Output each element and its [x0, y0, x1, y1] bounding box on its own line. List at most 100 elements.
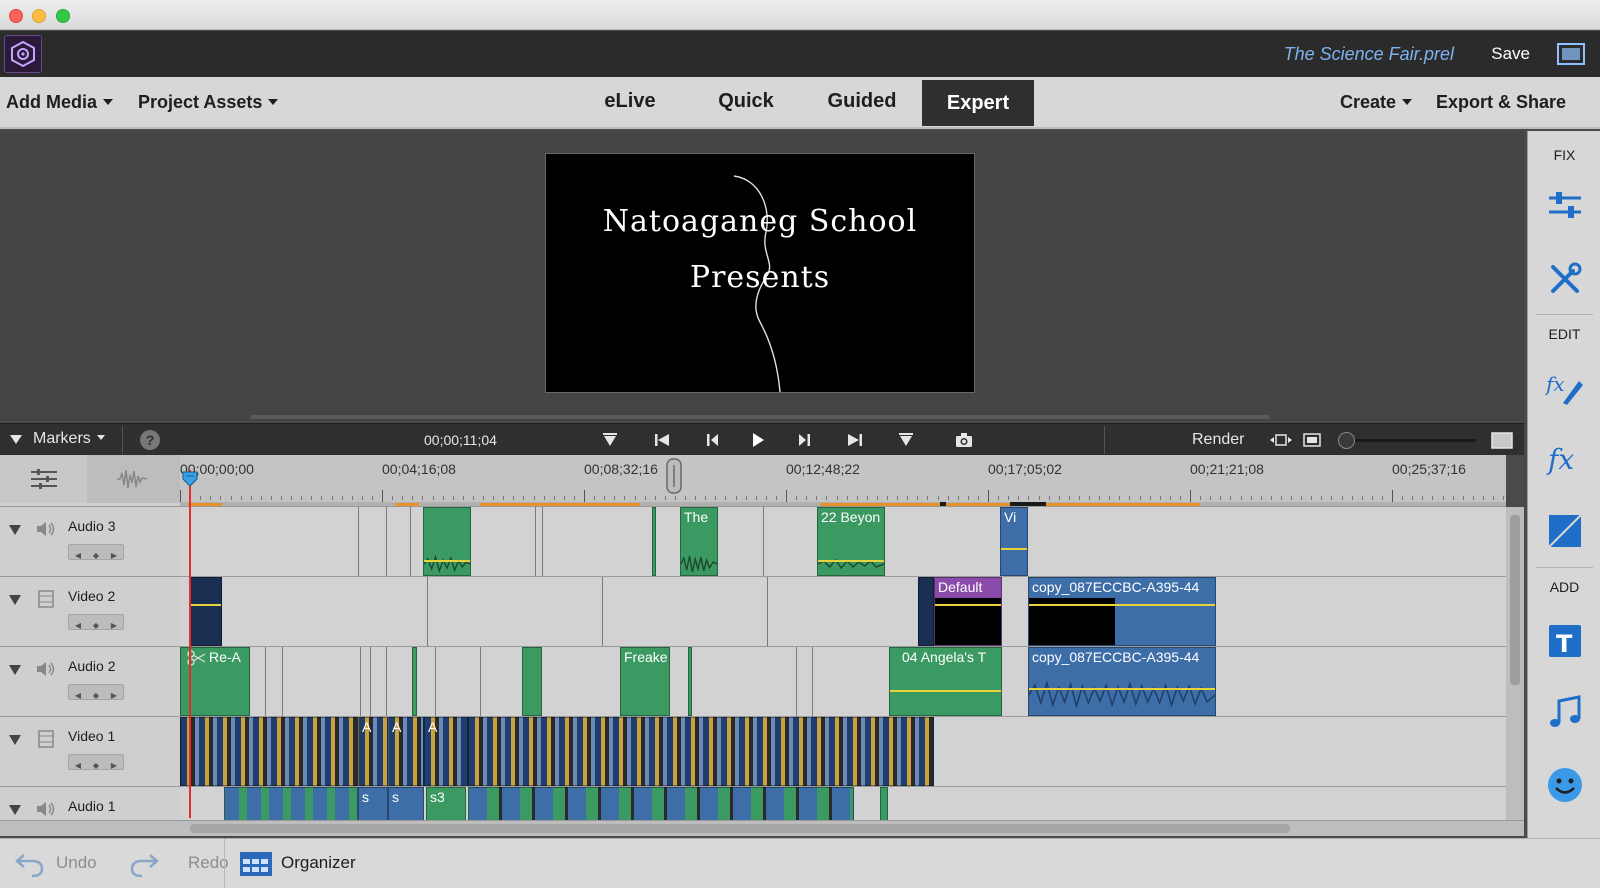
- help-icon[interactable]: ?: [140, 430, 160, 450]
- undo-icon[interactable]: [14, 849, 46, 879]
- effects-icon[interactable]: fx: [1545, 439, 1585, 479]
- go-to-start-icon[interactable]: [652, 430, 672, 450]
- audio-clip-angela[interactable]: 04 Angela's T: [889, 647, 1002, 716]
- audio-clip[interactable]: [468, 787, 854, 820]
- collapse-track-toggle[interactable]: [9, 525, 21, 535]
- tools-icon[interactable]: [1545, 259, 1585, 299]
- applied-effects-icon[interactable]: fx: [1545, 367, 1585, 407]
- markers-menu[interactable]: Markers: [33, 430, 105, 448]
- lane-audio-1[interactable]: s s s3: [180, 787, 1506, 820]
- organizer-grid-icon[interactable]: [239, 851, 273, 877]
- audio-clip-copy[interactable]: copy_087ECCBC-A395-44: [1028, 647, 1216, 716]
- premiere-elements-logo[interactable]: [4, 35, 42, 73]
- music-note-icon[interactable]: [1545, 693, 1585, 733]
- video-clip-default[interactable]: Default: [934, 577, 1002, 646]
- video-clip[interactable]: [180, 717, 358, 786]
- video-clip[interactable]: [190, 577, 222, 646]
- video-clip-copy[interactable]: copy_087ECCBC-A395-44: [1028, 577, 1216, 646]
- freeze-frame-camera-icon[interactable]: [954, 430, 974, 450]
- audio-clip[interactable]: [423, 507, 471, 576]
- work-area-handle[interactable]: [664, 457, 684, 497]
- opacity-line[interactable]: [1029, 604, 1215, 606]
- tab-guided[interactable]: Guided: [812, 77, 912, 125]
- play-icon[interactable]: [747, 430, 767, 450]
- video-clip-a-1[interactable]: A: [358, 717, 388, 786]
- add-media-menu[interactable]: Add Media: [6, 92, 114, 113]
- volume-line[interactable]: [1001, 548, 1027, 550]
- playhead[interactable]: [189, 470, 191, 818]
- transitions-icon[interactable]: [1545, 511, 1585, 551]
- lane-audio-3[interactable]: The 22 Beyon Vi: [180, 507, 1506, 577]
- step-back-icon[interactable]: [702, 430, 722, 450]
- close-window-button[interactable]: [9, 9, 23, 23]
- audio-clip[interactable]: [412, 647, 417, 716]
- graphics-smiley-icon[interactable]: [1545, 765, 1585, 805]
- audio-clip-s-1[interactable]: s: [358, 787, 388, 820]
- audio-clip-s3[interactable]: s3: [426, 787, 466, 820]
- scrollbar-thumb[interactable]: [1510, 515, 1520, 685]
- audio-clip[interactable]: [224, 787, 358, 820]
- volume-line[interactable]: [424, 560, 470, 562]
- adjustments-icon[interactable]: [1545, 186, 1585, 226]
- volume-line[interactable]: [890, 690, 1001, 692]
- audio-clip-s-2[interactable]: s: [388, 787, 424, 820]
- volume-line[interactable]: [818, 560, 884, 562]
- film-strip-icon[interactable]: [35, 589, 57, 609]
- audio-clip-the[interactable]: The: [680, 507, 718, 576]
- scrollbar-thumb[interactable]: [190, 824, 1290, 833]
- film-strip-icon[interactable]: [35, 729, 57, 749]
- tab-elive[interactable]: eLive: [582, 77, 678, 125]
- redo-icon[interactable]: [128, 849, 160, 879]
- audio-clip[interactable]: [652, 507, 656, 576]
- video-clip[interactable]: [918, 577, 934, 646]
- lane-video-2[interactable]: Default copy_087ECCBC-A395-44: [180, 577, 1506, 647]
- go-to-end-icon[interactable]: [845, 430, 865, 450]
- keyframe-navigator[interactable]: ◀ ◆ ▶: [68, 614, 124, 630]
- speaker-icon[interactable]: [35, 799, 57, 819]
- tab-audio-mixer[interactable]: [87, 455, 180, 503]
- export-share-button[interactable]: Export & Share: [1436, 92, 1566, 113]
- video-clip-a-2[interactable]: A: [388, 717, 424, 786]
- video-preview[interactable]: Natoaganeg School Presents: [545, 153, 975, 393]
- volume-line[interactable]: [1029, 688, 1215, 690]
- tab-track-view[interactable]: [0, 455, 87, 503]
- lane-video-1[interactable]: A A A: [180, 717, 1506, 787]
- timeline-horizontal-scrollbar[interactable]: [0, 820, 1524, 836]
- speaker-icon[interactable]: [35, 519, 57, 539]
- step-forward-icon[interactable]: [795, 430, 815, 450]
- save-button[interactable]: Save: [1491, 44, 1530, 64]
- audio-clip-vi[interactable]: Vi: [1000, 507, 1028, 576]
- create-menu[interactable]: Create: [1340, 92, 1413, 113]
- audio-clip[interactable]: [880, 787, 888, 820]
- fit-to-visible-icon[interactable]: [1268, 430, 1294, 450]
- audio-clip[interactable]: [522, 647, 542, 716]
- audio-clip-beyon[interactable]: 22 Beyon: [817, 507, 885, 576]
- render-button[interactable]: Render: [1192, 431, 1244, 449]
- minimize-window-button[interactable]: [32, 9, 46, 23]
- audio-clip-freake[interactable]: Freake: [620, 647, 670, 716]
- zoom-in-view-icon[interactable]: [1490, 430, 1514, 450]
- collapse-track-toggle[interactable]: [9, 735, 21, 745]
- fullscreen-icon[interactable]: [1556, 41, 1586, 67]
- video-clip-a-3[interactable]: A: [424, 717, 468, 786]
- monitor-scrubber[interactable]: [250, 415, 1270, 419]
- zoom-window-button[interactable]: [56, 9, 70, 23]
- video-clip[interactable]: [468, 717, 934, 786]
- timeline-zoom-slider[interactable]: [1338, 432, 1476, 449]
- tab-quick[interactable]: Quick: [698, 77, 794, 125]
- titles-text-icon[interactable]: T: [1545, 621, 1585, 661]
- collapse-track-toggle[interactable]: [9, 665, 21, 675]
- go-to-in-point-icon[interactable]: [600, 430, 620, 450]
- undo-button[interactable]: Undo: [56, 853, 97, 873]
- collapse-track-toggle[interactable]: [9, 595, 21, 605]
- playhead-handle-icon[interactable]: [181, 470, 199, 488]
- timeline-tracks[interactable]: The 22 Beyon Vi Default copy_087ECCBC-A3…: [180, 507, 1506, 820]
- keyframe-navigator[interactable]: ◀ ◆ ▶: [68, 754, 124, 770]
- zoom-out-view-icon[interactable]: [1302, 430, 1322, 450]
- keyframe-navigator[interactable]: ◀ ◆ ▶: [68, 544, 124, 560]
- collapse-track-toggle[interactable]: [9, 805, 21, 815]
- opacity-line[interactable]: [935, 604, 1001, 606]
- organizer-button[interactable]: Organizer: [281, 853, 356, 873]
- go-to-out-point-icon[interactable]: [896, 430, 916, 450]
- redo-button[interactable]: Redo: [188, 853, 229, 873]
